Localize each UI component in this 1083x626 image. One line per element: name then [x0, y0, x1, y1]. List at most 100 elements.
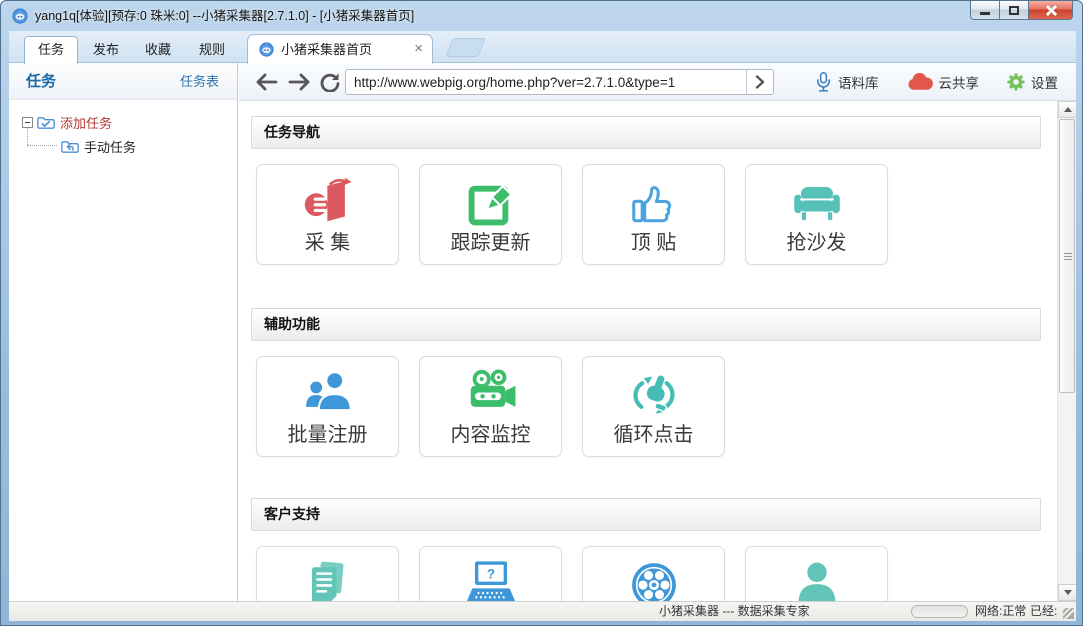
back-arrow-icon [255, 72, 279, 92]
tab-publish[interactable]: 发布 [79, 37, 133, 63]
session-status: 已经: [1030, 602, 1057, 621]
tree-connector [27, 145, 57, 146]
thumbs-up-icon [627, 176, 681, 230]
scroll-up-button[interactable] [1058, 101, 1076, 118]
folder-check-icon [37, 115, 55, 130]
network-status: 网络:正常 [975, 602, 1026, 621]
titlebar: yang1q[体验][预存:0 珠米:0] --小猪采集器[2.7.1.0] -… [1, 1, 1082, 31]
card-label: 顶 贴 [583, 226, 724, 255]
cloud-share-button[interactable]: 云共享 [907, 72, 980, 92]
card-loop-click[interactable]: 循环点击 [582, 356, 725, 457]
app-window: yang1q[体验][预存:0 珠米:0] --小猪采集器[2.7.1.0] -… [0, 0, 1083, 626]
folder-arrow-icon [61, 139, 79, 154]
film-reel-icon [627, 558, 681, 601]
sidebar: 任务 任务表 添加任务 [9, 63, 238, 601]
task-table-link[interactable]: 任务表 [180, 63, 219, 100]
scrollbar-grip [1064, 253, 1072, 261]
status-slogan: 小猪采集器 --- 数据采集专家 [659, 602, 810, 621]
refresh-button[interactable] [319, 72, 343, 92]
cloud-share-label: 云共享 [939, 72, 980, 92]
window-title: yang1q[体验][预存:0 珠米:0] --小猪采集器[2.7.1.0] -… [35, 1, 414, 31]
sofa-icon [790, 176, 844, 230]
client-area: 任务 发布 收藏 规则 小猪采集器首页 × 任务 任务表 [9, 31, 1076, 601]
tab-favorites[interactable]: 收藏 [131, 37, 185, 63]
minimize-button[interactable] [970, 1, 1000, 20]
users-icon [301, 368, 355, 422]
settings-button[interactable]: 设置 [1007, 72, 1058, 92]
card-grab-sofa[interactable]: 抢沙发 [745, 164, 888, 265]
new-tab-button[interactable] [445, 38, 486, 57]
vertical-scrollbar[interactable] [1057, 101, 1076, 601]
browser-toolbar: 语料库 云共享 [239, 63, 1076, 101]
cloud-icon [907, 73, 933, 91]
address-bar [345, 69, 774, 95]
card-collect[interactable]: 采 集 [256, 164, 399, 265]
triangle-down-icon [1064, 590, 1072, 595]
sidebar-header: 任务 任务表 [9, 63, 237, 100]
maximize-icon [1009, 6, 1019, 15]
card-help[interactable]: ? [419, 546, 562, 601]
corpus-button[interactable]: 语料库 [815, 71, 879, 93]
card-bump-post[interactable]: 顶 贴 [582, 164, 725, 265]
go-button[interactable] [746, 70, 773, 94]
card-label: 循环点击 [583, 418, 724, 447]
toolbar-right: 语料库 云共享 [815, 63, 1058, 101]
gear-icon [1007, 73, 1025, 91]
corpus-label: 语料库 [838, 72, 879, 92]
scrollbar-thumb[interactable] [1059, 119, 1075, 393]
card-videos[interactable] [582, 546, 725, 601]
section-header-aux: 辅助功能 [251, 308, 1041, 341]
computer-question-icon: ? [464, 558, 518, 601]
svg-text:?: ? [486, 566, 494, 581]
pig-logo-icon [259, 42, 274, 57]
refresh-icon [319, 72, 341, 92]
forward-arrow-icon [287, 72, 311, 92]
task-tree: 添加任务 手动任务 [9, 100, 237, 300]
browser-tab-title: 小猪采集器首页 [281, 35, 372, 64]
track-update-icon [464, 176, 518, 230]
scroll-down-button[interactable] [1058, 584, 1076, 601]
tree-item-label: 添加任务 [60, 113, 112, 132]
tree-item-add-task[interactable]: 添加任务 [22, 112, 112, 132]
card-batch-register[interactable]: 批量注册 [256, 356, 399, 457]
card-label: 跟踪更新 [420, 226, 561, 255]
document-icon [301, 558, 355, 601]
microphone-icon [815, 71, 832, 93]
card-content-monitor[interactable]: 内容监控 [419, 356, 562, 457]
card-track-update[interactable]: 跟踪更新 [419, 164, 562, 265]
maximize-button[interactable] [1000, 1, 1029, 20]
card-label: 抢沙发 [746, 226, 887, 255]
card-docs[interactable] [256, 546, 399, 601]
tab-strip: 任务 发布 收藏 规则 小猪采集器首页 × [9, 31, 1076, 63]
forward-button[interactable] [287, 72, 311, 92]
card-contact[interactable] [745, 546, 888, 601]
home-page-content: 任务导航 采 集 [239, 101, 1076, 601]
sidebar-title: 任务 [26, 63, 56, 100]
tab-close-icon[interactable]: × [414, 35, 423, 63]
go-chevron-icon [755, 75, 765, 89]
close-icon [1045, 4, 1057, 16]
window-controls [970, 1, 1073, 20]
tab-rules[interactable]: 规则 [185, 37, 239, 63]
video-camera-icon [464, 368, 518, 422]
status-bar: 小猪采集器 --- 数据采集专家 网络:正常 已经: [9, 601, 1076, 621]
close-button[interactable] [1029, 1, 1073, 20]
tab-tasks[interactable]: 任务 [24, 36, 78, 64]
back-button[interactable] [255, 72, 279, 92]
section-header-support: 客户支持 [251, 498, 1041, 531]
card-label: 采 集 [257, 226, 398, 255]
resize-grip[interactable] [1063, 608, 1074, 619]
tree-collapse-icon[interactable] [22, 117, 33, 128]
tree-item-manual-task[interactable]: 手动任务 [61, 136, 136, 156]
tree-item-label: 手动任务 [84, 137, 136, 156]
url-input[interactable] [346, 70, 744, 94]
minimize-icon [980, 12, 990, 15]
section-header-task-nav: 任务导航 [251, 116, 1041, 149]
card-label: 内容监控 [420, 418, 561, 447]
collect-icon [301, 176, 355, 230]
person-icon [790, 558, 844, 601]
triangle-up-icon [1064, 107, 1072, 112]
app-logo-icon [12, 8, 28, 24]
browser-tab[interactable]: 小猪采集器首页 × [247, 34, 433, 64]
loop-click-icon [627, 368, 681, 422]
